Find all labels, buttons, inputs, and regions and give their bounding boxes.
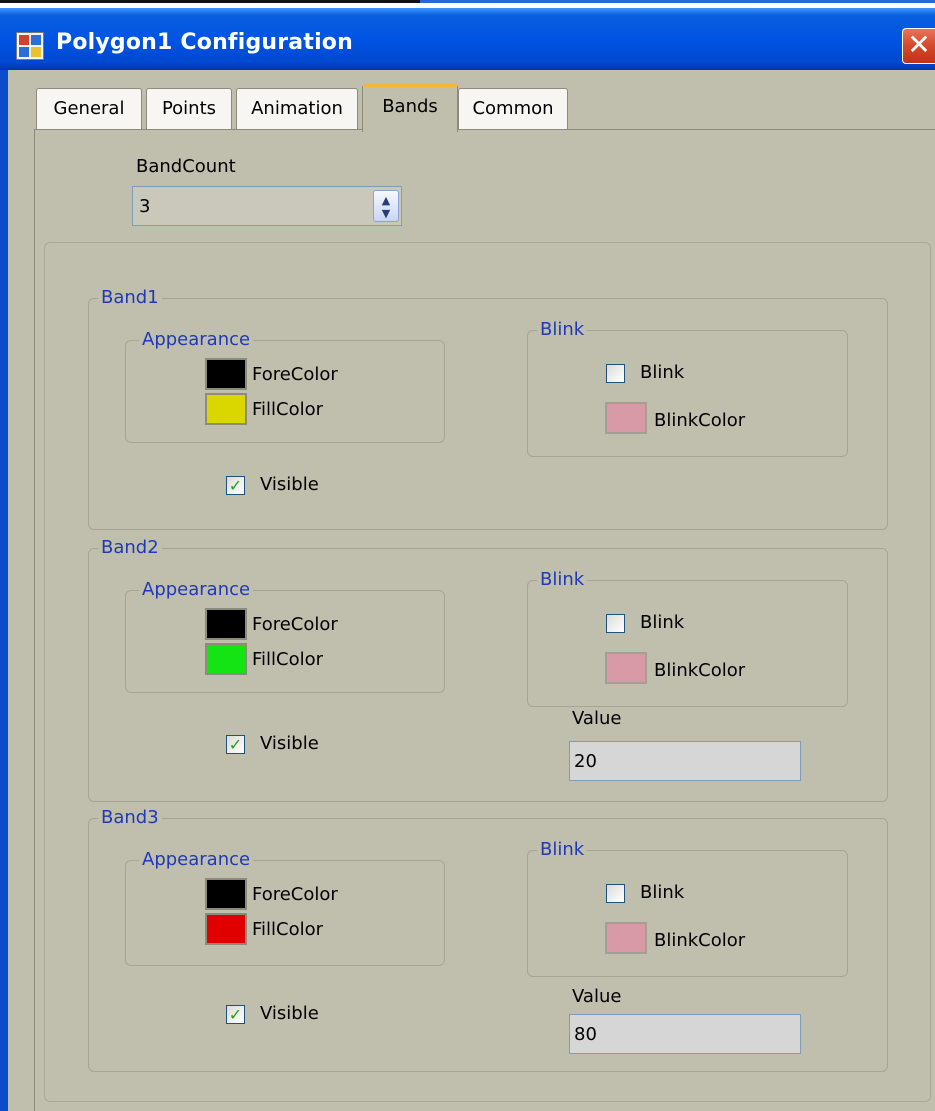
band3-fill-color-label: FillColor <box>252 919 324 940</box>
band3-fill-color-swatch[interactable] <box>205 913 247 945</box>
chevron-up-icon: ▲ <box>381 194 391 207</box>
band2-fore-color-swatch[interactable] <box>205 608 247 640</box>
band3-value-text: 80 <box>574 1024 597 1045</box>
band-count-spinner[interactable]: 3 ▲ ▼ <box>132 186 402 226</box>
band3-visible-checkbox[interactable]: ✓ <box>226 1005 245 1024</box>
band1-visible-label: Visible <box>260 474 319 495</box>
tab-common[interactable]: Common <box>458 88 568 130</box>
band1-appearance-group <box>125 340 445 443</box>
band2-value-text: 20 <box>574 751 597 772</box>
window-title: Polygon1 Configuration <box>56 30 353 55</box>
window-left-border <box>0 70 8 1111</box>
band1-blink-label: Blink <box>640 362 685 383</box>
chevron-down-icon: ▼ <box>381 207 391 220</box>
top-edge-dark <box>0 0 420 3</box>
band1-title: Band1 <box>98 287 162 309</box>
band3-blink-color-label: BlinkColor <box>654 930 746 951</box>
band1-blink-checkbox[interactable] <box>606 364 625 383</box>
band3-fore-color-label: ForeColor <box>252 884 338 905</box>
band1-appearance-title: Appearance <box>139 329 254 351</box>
band3-appearance-group <box>125 860 445 966</box>
band3-value-input[interactable]: 80 <box>569 1014 801 1054</box>
band2-title: Band2 <box>98 537 162 559</box>
band1-fore-color-label: ForeColor <box>252 364 338 385</box>
band3-visible-label: Visible <box>260 1003 319 1024</box>
band2-visible-checkbox[interactable]: ✓ <box>226 735 245 754</box>
band2-blink-checkbox[interactable] <box>606 614 625 633</box>
top-edge <box>0 0 935 8</box>
band3-appearance-title: Appearance <box>139 849 254 871</box>
tab-general[interactable]: General <box>36 88 142 130</box>
band2-blink-color-swatch[interactable] <box>605 652 647 684</box>
band2-blink-color-label: BlinkColor <box>654 660 746 681</box>
band1-blink-group <box>527 330 848 457</box>
band2-value-input[interactable]: 20 <box>569 741 801 781</box>
band3-blink-color-swatch[interactable] <box>605 922 647 954</box>
band-count-label: BandCount <box>136 156 236 177</box>
tab-points[interactable]: Points <box>146 88 232 130</box>
band2-blink-group <box>527 580 848 707</box>
band2-visible-label: Visible <box>260 733 319 754</box>
band3-blink-title: Blink <box>537 839 588 861</box>
band2-appearance-title: Appearance <box>139 579 254 601</box>
band1-blink-color-swatch[interactable] <box>605 402 647 434</box>
band3-blink-group <box>527 850 848 977</box>
band1-blink-color-label: BlinkColor <box>654 410 746 431</box>
band1-visible-checkbox[interactable]: ✓ <box>226 476 245 495</box>
title-bar[interactable]: Polygon1 Configuration ✕ <box>0 8 935 70</box>
close-button[interactable]: ✕ <box>902 28 935 64</box>
band2-blink-label: Blink <box>640 612 685 633</box>
band3-blink-checkbox[interactable] <box>606 884 625 903</box>
band3-value-label: Value <box>572 986 622 1007</box>
band3-blink-label: Blink <box>640 882 685 903</box>
top-edge-blue <box>420 0 935 3</box>
band2-fill-color-swatch[interactable] <box>205 643 247 675</box>
band3-title: Band3 <box>98 807 162 829</box>
spin-updown-button[interactable]: ▲ ▼ <box>373 190 399 222</box>
band1-fore-color-swatch[interactable] <box>205 358 247 390</box>
band2-fill-color-label: FillColor <box>252 649 324 670</box>
band3-fore-color-swatch[interactable] <box>205 878 247 910</box>
band-count-value: 3 <box>139 196 151 217</box>
band2-value-label: Value <box>572 708 622 729</box>
window-app-icon <box>16 32 44 60</box>
band2-blink-title: Blink <box>537 569 588 591</box>
tab-animation[interactable]: Animation <box>236 88 358 130</box>
band2-appearance-group <box>125 590 445 693</box>
band2-fore-color-label: ForeColor <box>252 614 338 635</box>
band1-fill-color-swatch[interactable] <box>205 393 247 425</box>
tab-bands[interactable]: Bands <box>362 84 458 132</box>
band1-fill-color-label: FillColor <box>252 399 324 420</box>
band1-blink-title: Blink <box>537 319 588 341</box>
